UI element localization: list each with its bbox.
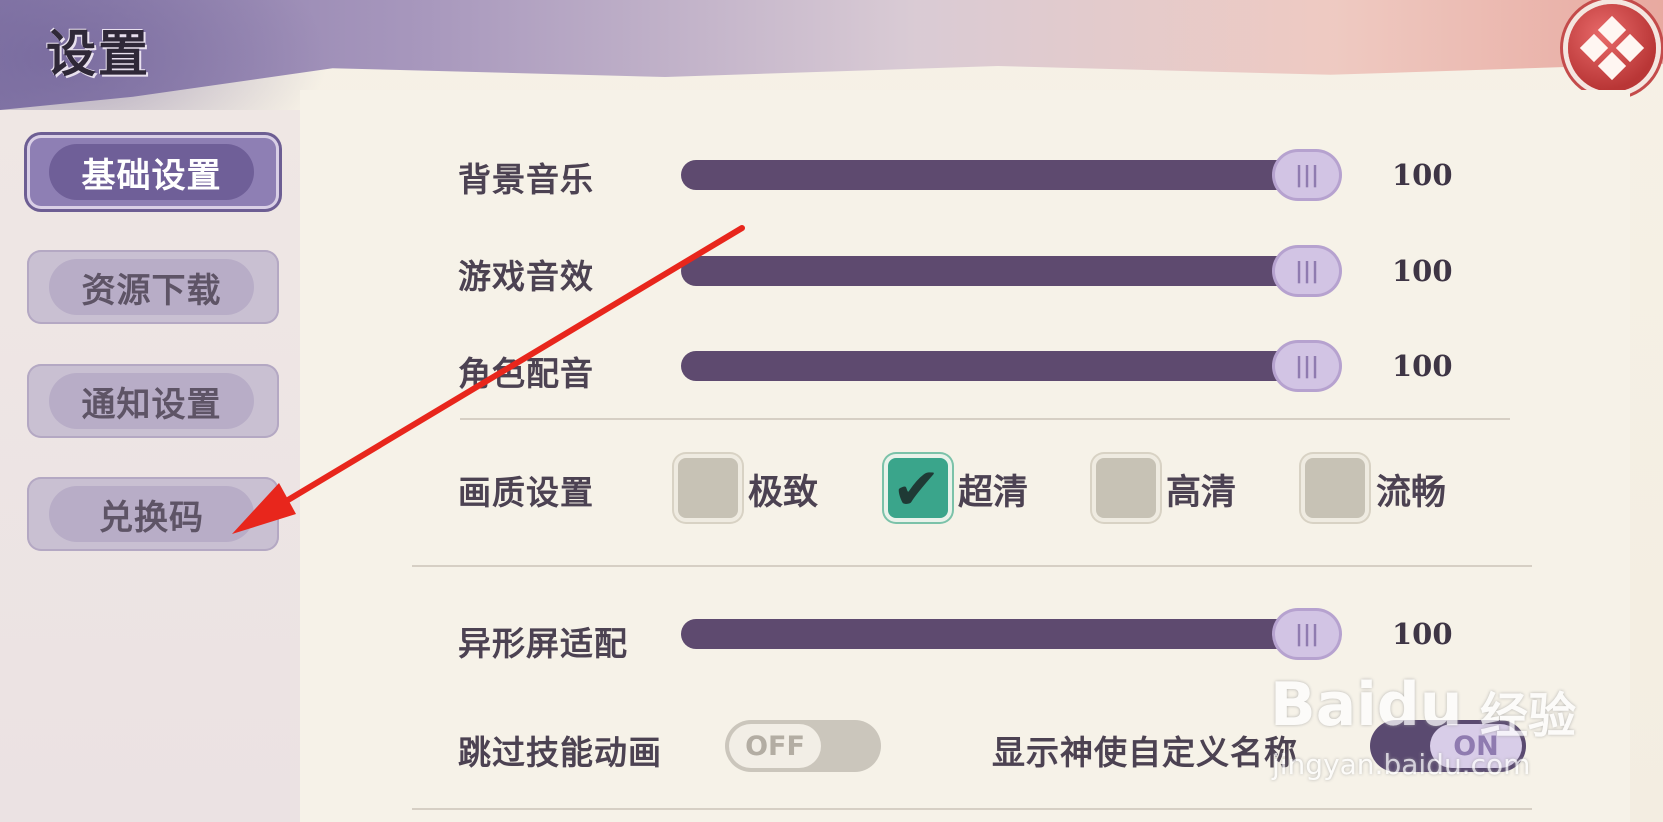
quality-label: 画质设置: [458, 473, 594, 512]
sidebar-item-resource-download[interactable]: 资源下载: [27, 250, 279, 324]
sidebar-item-basic-settings[interactable]: 基础设置: [27, 135, 279, 209]
quality-option-label: 流畅: [1376, 472, 1447, 513]
bgm-value: 100: [1392, 158, 1453, 192]
sidebar-item-label: 资源下载: [49, 259, 254, 315]
sidebar: [0, 110, 300, 822]
quality-option-hd-checkbox[interactable]: [1096, 458, 1156, 518]
page-title: 设置: [46, 24, 150, 83]
watermark-brand: Baidu: [1270, 670, 1463, 740]
slider-handle[interactable]: |||: [1275, 343, 1339, 389]
quality-option-ultimate-checkbox[interactable]: [678, 458, 738, 518]
voice-slider[interactable]: |||: [681, 343, 1339, 389]
watermark: Baidu 经验 jingyan.baidu.com: [1270, 662, 1660, 822]
sfx-value: 100: [1392, 254, 1453, 288]
sfx-slider[interactable]: |||: [681, 248, 1339, 294]
screen-adapt-value: 100: [1392, 617, 1453, 651]
screen-adapt-slider[interactable]: |||: [681, 611, 1339, 657]
divider: [460, 418, 1510, 420]
quality-option-label: 超清: [958, 472, 1029, 513]
slider-handle[interactable]: |||: [1275, 248, 1339, 294]
sidebar-item-redeem-code[interactable]: 兑换码: [27, 477, 279, 551]
slider-handle[interactable]: |||: [1275, 611, 1339, 657]
show-custom-name-label: 显示神使自定义名称: [992, 733, 1298, 772]
toggle-state: OFF: [729, 724, 821, 768]
sidebar-item-label: 基础设置: [49, 144, 254, 200]
sidebar-item-notification-settings[interactable]: 通知设置: [27, 364, 279, 438]
watermark-url: jingyan.baidu.com: [1272, 748, 1531, 781]
skip-skill-anim-toggle[interactable]: OFF: [725, 720, 881, 772]
voice-value: 100: [1392, 349, 1453, 383]
skip-skill-anim-label: 跳过技能动画: [458, 733, 662, 772]
screen-adapt-label: 异形屏适配: [458, 624, 628, 663]
quality-option-smooth-checkbox[interactable]: [1305, 458, 1365, 518]
quality-option-ultra-hd-checkbox[interactable]: ✔: [888, 458, 948, 518]
sfx-label: 游戏音效: [458, 257, 594, 296]
voice-label: 角色配音: [458, 354, 594, 393]
slider-handle[interactable]: |||: [1275, 152, 1339, 198]
bgm-label: 背景音乐: [458, 160, 594, 199]
divider: [412, 565, 1532, 567]
close-button[interactable]: [1568, 4, 1656, 92]
quality-option-label: 极致: [748, 472, 819, 513]
sidebar-item-label: 通知设置: [49, 373, 254, 429]
watermark-sub: 经验: [1480, 688, 1577, 744]
settings-screen: 设置 基础设置 资源下载 通知设置 兑换码 背景音乐 ||| 100 游戏音效 …: [0, 0, 1663, 822]
quality-option-label: 高清: [1166, 472, 1237, 513]
sidebar-item-label: 兑换码: [49, 486, 254, 542]
checkmark-icon: ✔: [892, 455, 941, 523]
bgm-slider[interactable]: |||: [681, 152, 1339, 198]
